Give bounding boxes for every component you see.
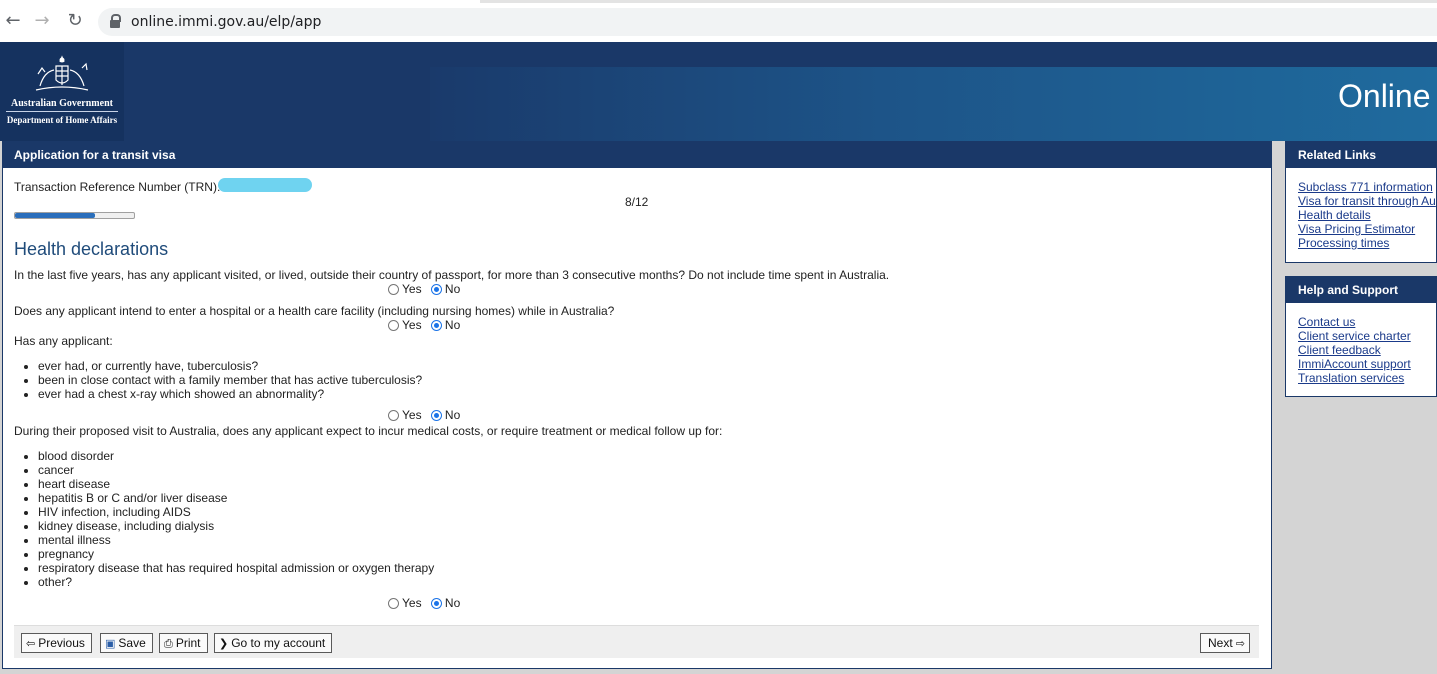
no-radio[interactable] (430, 284, 442, 295)
save-label: Save (118, 636, 146, 650)
link-health-details[interactable]: Health details (1298, 208, 1436, 222)
link-visa-transit[interactable]: Visa for transit through Au (1298, 194, 1436, 208)
url-text[interactable]: online.immi.gov.au/elp/app (131, 14, 321, 30)
link-subclass-771[interactable]: Subclass 771 information (1298, 180, 1436, 194)
answer-radio-group: Yes No (388, 408, 466, 424)
list-item: ever had a chest x-ray which showed an a… (38, 387, 422, 401)
yes-radio[interactable] (388, 410, 399, 421)
application-panel: Application for a transit visa Transacti… (2, 141, 1272, 669)
gov-name: Australian Government (11, 98, 113, 109)
section-title: Health declarations (14, 239, 169, 259)
list-item: other? (38, 575, 434, 589)
next-label: Next (1208, 636, 1233, 650)
related-links-title: Related Links (1286, 142, 1436, 168)
link-translation-services[interactable]: Translation services (1298, 371, 1436, 385)
no-label: No (444, 282, 461, 296)
form-navigation-bar: ⇦ Previous ▣ Save ⎙ Print ❯ Go to my account… (14, 625, 1259, 658)
yes-radio[interactable] (388, 284, 399, 295)
header-banner (430, 67, 1437, 141)
help-support-panel: Help and Support Contact us Client servi… (1285, 276, 1437, 397)
link-contact-us[interactable]: Contact us (1298, 315, 1436, 329)
list-item: HIV infection, including AIDS (38, 505, 434, 519)
yes-radio[interactable] (388, 320, 399, 331)
no-radio[interactable] (430, 320, 442, 331)
link-immiaccount-support[interactable]: ImmiAccount support (1298, 357, 1436, 371)
next-button[interactable]: Next ⇨ (1200, 633, 1250, 653)
question-text: In the last five years, has any applican… (14, 268, 890, 282)
trn-label: Transaction Reference Number (TRN): (14, 180, 221, 194)
link-service-charter[interactable]: Client service charter (1298, 329, 1436, 343)
yes-label: Yes (402, 318, 422, 332)
link-client-feedback[interactable]: Client feedback (1298, 343, 1436, 357)
arrow-left-icon: ⇦ (26, 637, 36, 650)
yes-label: Yes (402, 408, 422, 422)
no-label: No (444, 596, 461, 610)
address-bar[interactable]: online.immi.gov.au/elp/app (98, 8, 1437, 36)
no-radio[interactable] (430, 410, 442, 421)
help-support-title: Help and Support (1286, 277, 1436, 303)
list-item: been in close contact with a family memb… (38, 373, 422, 387)
no-label: No (444, 318, 461, 332)
browser-toolbar: ← → ↻ online.immi.gov.au/elp/app (0, 0, 1437, 43)
answer-radio-group: Yes No (388, 596, 466, 612)
progress-fill (15, 213, 95, 218)
list-item: ever had, or currently have, tuberculosi… (38, 359, 422, 373)
coat-of-arms-icon (35, 55, 89, 91)
department-name: Department of Home Affairs (6, 115, 118, 125)
no-radio[interactable] (430, 598, 442, 609)
reload-icon[interactable]: ↻ (64, 10, 86, 32)
question-text: Does any applicant intend to enter a hos… (14, 304, 615, 318)
related-links-panel: Related Links Subclass 771 information V… (1285, 141, 1437, 263)
panel-title: Application for a transit visa (3, 142, 1271, 168)
government-logo[interactable]: Australian Government Department of Home… (0, 42, 124, 141)
list-item: pregnancy (38, 547, 434, 561)
list-item: respiratory disease that has required ho… (38, 561, 434, 575)
condition-list: ever had, or currently have, tuberculosi… (26, 359, 422, 401)
progress-bar (14, 212, 135, 219)
list-item: hepatitis B or C and/or liver disease (38, 491, 434, 505)
yes-radio[interactable] (388, 598, 399, 609)
yes-label: Yes (402, 282, 422, 296)
arrow-right-icon: ⇨ (1235, 637, 1245, 650)
question-text: Has any applicant: (14, 334, 113, 348)
back-icon[interactable]: ← (2, 10, 24, 32)
previous-button[interactable]: ⇦ Previous (21, 633, 92, 653)
link-visa-pricing[interactable]: Visa Pricing Estimator (1298, 222, 1436, 236)
step-counter: 8/12 (625, 195, 649, 209)
list-item: heart disease (38, 477, 434, 491)
answer-radio-group: Yes No (388, 318, 466, 334)
link-processing-times[interactable]: Processing times (1298, 236, 1436, 250)
redacted-trn (218, 178, 312, 192)
site-header: Australian Government Department of Home… (0, 42, 1437, 141)
list-item: cancer (38, 463, 434, 477)
tab-strip (480, 0, 1437, 3)
list-item: kidney disease, including dialysis (38, 519, 434, 533)
list-item: blood disorder (38, 449, 434, 463)
chevron-right-icon: ❯ (219, 637, 229, 650)
question-text: During their proposed visit to Australia… (14, 424, 723, 438)
forward-icon[interactable]: → (31, 10, 53, 32)
no-label: No (444, 408, 461, 422)
floppy-disk-icon: ▣ (105, 637, 116, 650)
site-title: Online (1338, 78, 1431, 114)
logo-divider (6, 111, 118, 112)
go-to-account-button[interactable]: ❯ Go to my account (214, 633, 333, 653)
yes-label: Yes (402, 596, 422, 610)
list-item: mental illness (38, 533, 434, 547)
previous-label: Previous (38, 636, 85, 650)
print-button[interactable]: ⎙ Print (159, 633, 208, 653)
lock-icon (110, 14, 121, 28)
answer-radio-group: Yes No (388, 282, 466, 298)
print-label: Print (175, 636, 201, 650)
account-label: Go to my account (231, 636, 326, 650)
save-button[interactable]: ▣ Save (100, 633, 153, 653)
printer-icon: ⎙ (164, 637, 173, 650)
condition-list: blood disorder cancer heart disease hepa… (26, 449, 434, 589)
